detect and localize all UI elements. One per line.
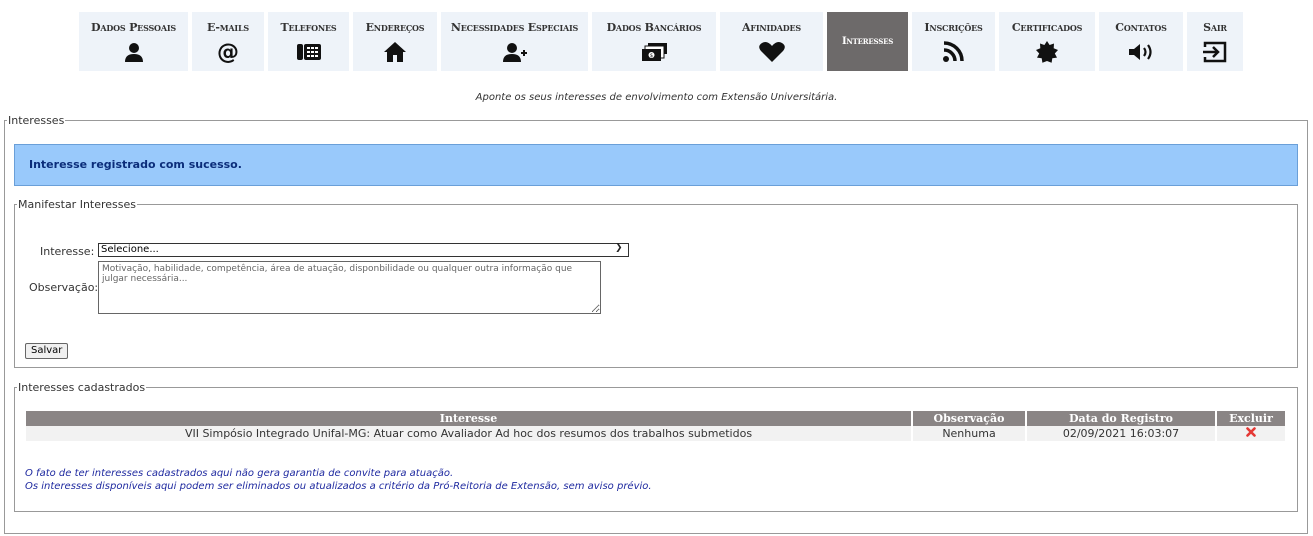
tab-label: Afinidades <box>742 21 801 34</box>
tab-label: Certificados <box>1011 21 1083 34</box>
cell-interesse: VII Simpósio Integrado Unifal-MG: Atuar … <box>26 426 913 441</box>
tab-telefones[interactable]: Telefones <box>268 12 349 71</box>
save-button[interactable]: Salvar <box>25 343 69 359</box>
interest-select[interactable]: Selecione... <box>98 243 629 257</box>
delete-icon[interactable] <box>1246 427 1256 440</box>
tab-label: Endereços <box>365 21 425 34</box>
note-line: Os interesses disponíveis aqui podem ser… <box>25 481 652 492</box>
tab-label: Interesses <box>841 36 894 47</box>
at-icon: @ <box>217 39 239 65</box>
tab-necessidades-especiais[interactable]: Necessidades Especiais <box>441 12 588 71</box>
tab-contatos[interactable]: Contatos <box>1099 12 1183 71</box>
interest-label: Interesse: <box>40 245 95 258</box>
tab-label: Telefones <box>280 21 337 34</box>
tab-label: Necessidades Especiais <box>450 21 579 34</box>
panel-legend: Interesses cadastrados <box>18 381 146 394</box>
tab-emails[interactable]: E-mails @ <box>192 12 264 71</box>
col-data-registro: Data do Registro <box>1026 411 1217 426</box>
tab-inscricoes[interactable]: Inscrições <box>912 12 995 71</box>
profile-tab-bar: Dados Pessoais E-mails @ Telefones Ender… <box>79 12 1247 71</box>
panel-legend: Manifestar Interesses <box>18 198 137 211</box>
tab-label: Sair <box>1203 21 1227 34</box>
tab-dados-pessoais[interactable]: Dados Pessoais <box>79 12 188 71</box>
tab-label: E-mails <box>207 21 249 34</box>
rss-icon <box>942 40 966 64</box>
tab-dados-bancarios[interactable]: Dados Bancários $ <box>592 12 716 71</box>
volume-icon <box>1127 40 1155 64</box>
table-row: VII Simpósio Integrado Unifal-MG: Atuar … <box>26 426 1285 441</box>
col-observacao: Observação <box>912 411 1027 426</box>
disclaimer-notes: O fato de ter interesses cadastrados aqu… <box>25 467 652 493</box>
tab-interesses[interactable]: Interesses <box>827 12 908 71</box>
success-alert: Interesse registrado com sucesso. <box>14 144 1298 186</box>
col-excluir: Excluir <box>1216 411 1285 426</box>
tab-sair[interactable]: Sair <box>1187 12 1243 71</box>
note-line: O fato de ter interesses cadastrados aqu… <box>25 468 454 479</box>
tab-label: Inscrições <box>924 21 983 34</box>
money-icon: $ <box>640 40 668 64</box>
tab-label: Contatos <box>1115 21 1167 34</box>
col-interesse: Interesse <box>26 411 913 426</box>
certificate-icon <box>1035 40 1059 64</box>
tab-label: Dados Pessoais <box>91 21 176 34</box>
panel-legend: Interesses <box>8 114 65 127</box>
cell-excluir <box>1216 426 1285 441</box>
table-header-row: Interesse Observação Data do Registro Ex… <box>26 411 1285 426</box>
tab-label: Dados Bancários <box>606 21 702 34</box>
cell-data-registro: 02/09/2021 16:03:07 <box>1026 426 1217 441</box>
observation-label: Observação: <box>29 281 99 294</box>
observation-textarea[interactable] <box>98 261 601 314</box>
tab-certificados[interactable]: Certificados <box>999 12 1095 71</box>
user-icon <box>123 40 145 64</box>
user-plus-icon <box>502 40 528 64</box>
interests-table: Interesse Observação Data do Registro Ex… <box>26 411 1285 441</box>
cell-observacao: Nenhuma <box>912 426 1027 441</box>
phone-icon <box>296 40 322 64</box>
tab-afinidades[interactable]: Afinidades <box>720 12 823 71</box>
svg-text:$: $ <box>650 53 653 59</box>
heart-icon <box>758 40 786 64</box>
logout-icon <box>1202 40 1228 64</box>
home-icon <box>383 40 407 64</box>
intro-text: Aponte os seus interesses de envolviment… <box>475 92 838 103</box>
tab-enderecos[interactable]: Endereços <box>353 12 437 71</box>
